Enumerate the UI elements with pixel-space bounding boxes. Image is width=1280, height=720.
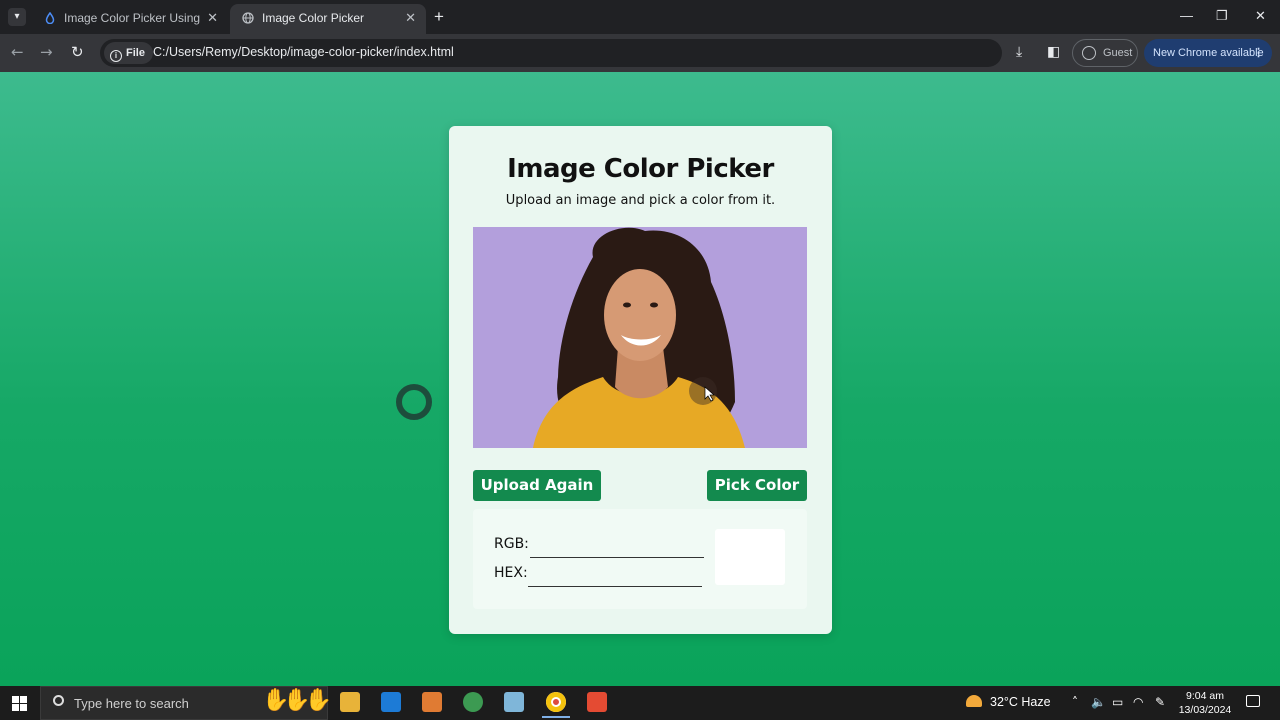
page-subtitle: Upload an image and pick a color from it… — [505, 193, 776, 208]
upload-again-button[interactable]: Upload Again — [473, 470, 601, 501]
rgb-label: RGB: — [494, 536, 529, 552]
site-info-chip[interactable]: i File — [104, 42, 153, 64]
wifi-icon[interactable]: ◠ — [1133, 695, 1143, 709]
pick-color-button[interactable]: Pick Color — [707, 470, 807, 501]
search-highlight-hands-icon: ✋✋✋ — [262, 688, 332, 713]
close-window-icon[interactable]: ✕ — [1255, 8, 1266, 24]
file-explorer-icon[interactable] — [340, 692, 360, 712]
color-picker-card: Image Color Picker Upload an image and p… — [449, 126, 832, 634]
chrome-icon[interactable] — [542, 692, 570, 718]
tab-title: Image Color Picker — [262, 11, 365, 25]
uploaded-image-preview[interactable] — [473, 227, 807, 448]
windows-start-icon[interactable] — [12, 696, 27, 711]
restore-icon[interactable]: ❐ — [1216, 8, 1228, 24]
close-tab-icon[interactable]: ✕ — [207, 10, 218, 26]
side-panel-icon[interactable]: ◧ — [1047, 44, 1060, 60]
volume-icon[interactable]: 🔈 — [1091, 695, 1106, 709]
battery-icon[interactable]: ▭ — [1112, 695, 1123, 709]
vscode-icon[interactable] — [381, 692, 401, 712]
forward-icon[interactable]: → — [40, 43, 53, 61]
tab-strip: ▾ Image Color Picker Using HTML ✕ Image … — [0, 0, 1280, 34]
address-bar[interactable]: i File C:/Users/Remy/Desktop/image-color-… — [100, 39, 1002, 67]
rgb-value-field — [530, 557, 704, 558]
reload-icon[interactable]: ↻ — [71, 43, 84, 61]
minimize-icon[interactable]: — — [1180, 8, 1193, 23]
profile-icon — [1082, 46, 1096, 60]
download-icon[interactable]: ⤓ — [1016, 44, 1022, 60]
loading-ring-icon — [396, 384, 432, 420]
file-chip-label: File — [126, 47, 145, 59]
clock-date: 13/03/2024 — [1178, 704, 1232, 716]
url-text[interactable]: C:/Users/Remy/Desktop/image-color-picker… — [153, 45, 454, 59]
update-label: New Chrome available — [1153, 47, 1264, 59]
close-tab-icon[interactable]: ✕ — [405, 10, 416, 26]
weather-text: 32°C Haze — [990, 695, 1051, 709]
back-icon[interactable]: ← — [11, 43, 24, 61]
pen-icon[interactable]: ✎ — [1155, 695, 1165, 709]
hex-value-field — [528, 586, 702, 587]
clock-time: 9:04 am — [1186, 690, 1224, 702]
profile-button[interactable]: Guest — [1072, 39, 1138, 67]
tab-image-color-picker-html[interactable]: Image Color Picker Using HTML ✕ — [32, 4, 228, 34]
search-placeholder: Type here to search — [74, 696, 189, 711]
search-icon — [53, 695, 64, 706]
recorder-app-icon[interactable] — [587, 692, 607, 712]
new-tab-icon[interactable]: + — [434, 7, 444, 27]
notification-center-icon[interactable] — [1246, 695, 1260, 707]
weather-widget[interactable]: 32°C Haze — [966, 695, 1051, 709]
windows-taskbar: Type here to search ✋✋✋ 32°C Haze ˄ 🔈 ▭ … — [0, 686, 1280, 720]
xampp-icon[interactable] — [422, 692, 442, 712]
tab-search-chevron-icon[interactable]: ▾ — [8, 8, 26, 26]
woman-portrait-image — [473, 227, 807, 448]
color-swatch — [715, 529, 785, 585]
page-viewport: Image Color Picker Upload an image and p… — [0, 72, 1280, 686]
hex-label: HEX: — [494, 565, 528, 581]
menu-dots-icon[interactable]: ⋮ — [1253, 39, 1264, 67]
globe-icon — [242, 12, 254, 24]
page-title: Image Color Picker — [507, 154, 774, 184]
new-chrome-available-button[interactable]: New Chrome available ⋮ — [1144, 39, 1272, 67]
info-icon: i — [110, 50, 122, 62]
system-clock[interactable]: 9:04 am 13/03/2024 — [1176, 689, 1234, 717]
color-result-panel: RGB: HEX: — [473, 509, 807, 609]
chrome-beta-icon[interactable] — [463, 692, 483, 712]
drop-icon — [45, 12, 55, 24]
show-hidden-icons-chevron-icon[interactable]: ˄ — [1072, 695, 1078, 709]
haze-sun-icon — [966, 695, 982, 707]
tab-image-color-picker[interactable]: Image Color Picker ✕ — [230, 4, 426, 34]
notepad-icon[interactable] — [504, 692, 524, 712]
profile-label: Guest — [1103, 47, 1133, 59]
tab-title: Image Color Picker Using HTML — [64, 11, 202, 25]
browser-toolbar: ← → ↻ i File C:/Users/Remy/Desktop/image-… — [0, 34, 1280, 72]
